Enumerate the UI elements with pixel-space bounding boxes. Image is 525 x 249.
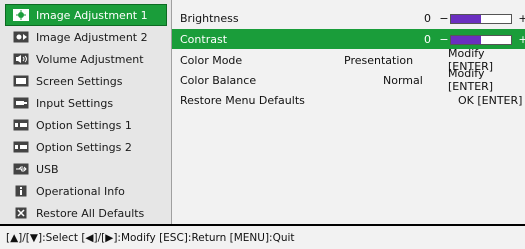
screen-icon: [12, 74, 30, 88]
setting-label: Restore Menu Defaults: [180, 93, 305, 107]
sidebar-item-label: Option Settings 1: [36, 118, 132, 132]
projector-menu-screen: Image Adjustment 1 Image Adjustment 2 Vo…: [0, 0, 525, 249]
minus-icon: −: [439, 12, 449, 25]
brightness-slider[interactable]: − +: [438, 12, 525, 25]
sidebar-item-label: Volume Adjustment: [36, 52, 144, 66]
sidebar-item-operational-info[interactable]: Operational Info: [6, 181, 166, 201]
sidebar-item-label: Option Settings 2: [36, 140, 132, 154]
sidebar-item-option-settings-2[interactable]: Option Settings 2: [6, 137, 166, 157]
sidebar-item-restore-all-defaults[interactable]: Restore All Defaults: [6, 203, 166, 223]
key-help-text: [▲]/[▼]:Select [◀]/[▶]:Modify [ESC]:Retu…: [6, 231, 295, 244]
setting-row-brightness[interactable]: Brightness 0 − +: [172, 8, 525, 28]
option-icon: [12, 118, 30, 132]
setting-value: 0: [424, 11, 431, 25]
info-icon: [12, 184, 30, 198]
restore-icon: [12, 206, 30, 220]
setting-value: Normal: [383, 73, 423, 87]
slider-fill: [451, 14, 481, 23]
key-help-footer: [▲]/[▼]:Select [◀]/[▶]:Modify [ESC]:Retu…: [0, 224, 525, 249]
input-icon: [12, 96, 30, 110]
minus-icon: −: [439, 33, 449, 46]
setting-label: Contrast: [180, 32, 228, 46]
sidebar-item-label: Restore All Defaults: [36, 206, 145, 220]
sidebar-item-screen-settings[interactable]: Screen Settings: [6, 71, 166, 91]
option-icon: [12, 140, 30, 154]
setting-label: Brightness: [180, 11, 239, 25]
plus-icon: +: [518, 12, 525, 25]
setting-label: Color Balance: [180, 73, 257, 87]
sidebar-item-label: Image Adjustment 1: [36, 8, 148, 22]
sidebar-item-label: Input Settings: [36, 96, 114, 110]
setting-value: 0: [424, 32, 431, 46]
setting-label: Color Mode: [180, 53, 243, 67]
setting-row-restore-menu-defaults[interactable]: Restore Menu Defaults OK [ENTER]: [172, 90, 525, 110]
sidebar-item-label: Image Adjustment 2: [36, 30, 148, 44]
slider-track: [450, 13, 512, 24]
image-adjust-icon: [12, 30, 30, 44]
usb-icon: [12, 162, 30, 176]
volume-icon: [12, 52, 30, 66]
sidebar-item-image-adjustment-1[interactable]: Image Adjustment 1: [5, 4, 167, 26]
sidebar-item-label: Operational Info: [36, 184, 125, 198]
menu-panel: Image Adjustment 1 Image Adjustment 2 Vo…: [0, 0, 525, 224]
sidebar-item-usb[interactable]: USB: [6, 159, 166, 179]
menu-sidebar: Image Adjustment 1 Image Adjustment 2 Vo…: [0, 0, 172, 224]
sidebar-item-input-settings[interactable]: Input Settings: [6, 93, 166, 113]
setting-row-contrast[interactable]: Contrast 0 − +: [172, 29, 525, 49]
slider-track: [450, 34, 512, 45]
setting-value: Presentation: [344, 53, 414, 67]
ok-action[interactable]: OK [ENTER]: [458, 94, 522, 107]
slider-fill: [451, 35, 481, 44]
sidebar-item-image-adjustment-2[interactable]: Image Adjustment 2: [6, 27, 166, 47]
image-adjust-icon: [12, 8, 30, 22]
sidebar-item-label: USB: [36, 162, 59, 176]
sidebar-item-volume-adjustment[interactable]: Volume Adjustment: [6, 49, 166, 69]
contrast-slider[interactable]: − +: [438, 33, 525, 46]
sidebar-item-option-settings-1[interactable]: Option Settings 1: [6, 115, 166, 135]
plus-icon: +: [518, 33, 525, 46]
sidebar-item-label: Screen Settings: [36, 74, 123, 88]
setting-row-color-balance[interactable]: Color Balance Normal Modify [ENTER]: [172, 67, 525, 93]
